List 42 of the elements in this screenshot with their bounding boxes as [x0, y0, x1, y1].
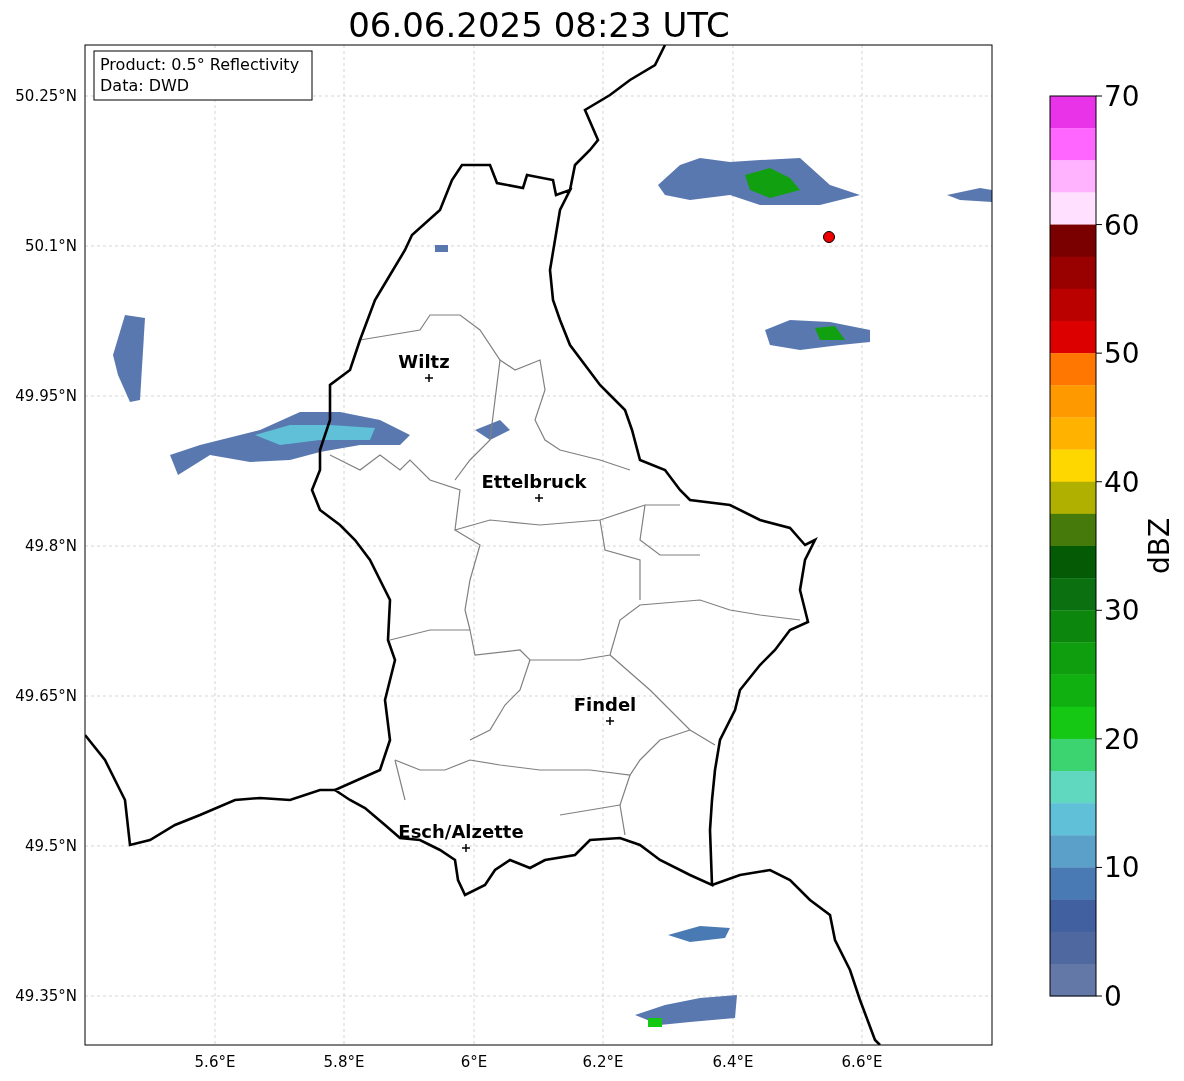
colorbar-tick-label: 0 [1104, 980, 1122, 1013]
tick-mark [1095, 95, 1103, 97]
colorbar-label: dBZ [1143, 517, 1176, 575]
chart-title: 06.06.2025 08:23 UTC [348, 5, 730, 45]
latitude-label: 49.65°N [15, 687, 77, 705]
latitude-label: 49.35°N [15, 987, 77, 1005]
colorbar-tick-label: 10 [1104, 851, 1140, 885]
tick-mark [1095, 738, 1103, 740]
longitude-label: 6.6°E [841, 1053, 883, 1071]
cross-marker-icon [534, 493, 544, 503]
tick-mark [1095, 866, 1103, 868]
place-label: Findel [573, 694, 637, 715]
colorbar-tick-label: 70 [1104, 80, 1140, 113]
longitude-label: 6°E [460, 1053, 488, 1071]
tick-mark [1095, 224, 1103, 226]
cross-marker-icon [424, 373, 434, 383]
info-text: Product: 0.5° Reflectivity [100, 55, 300, 74]
colorbar-tick-label: 50 [1104, 337, 1140, 371]
latitude-label: 49.5°N [24, 837, 77, 855]
longitude-label: 5.8°E [323, 1053, 365, 1071]
longitude-label: 6.4°E [712, 1053, 754, 1071]
latitude-label: 49.8°N [24, 537, 77, 555]
colorbar-tick-label: 30 [1104, 594, 1140, 628]
colorbar-tick-label: 40 [1104, 465, 1140, 499]
place-label: Ettelbruck [481, 471, 587, 492]
tick-mark [1095, 352, 1103, 354]
latitude-label: 50.25°N [15, 87, 77, 105]
location-marker [823, 231, 835, 243]
cross-marker-icon [605, 716, 615, 726]
latitude-label: 49.95°N [15, 387, 77, 405]
place-label: Esch/Alzette [398, 821, 524, 842]
tick-mark [1095, 995, 1103, 997]
cross-marker-icon [461, 843, 471, 853]
colorbar-tick-label: 20 [1104, 722, 1140, 756]
latitude-label: 50.1°N [24, 237, 77, 255]
info-text: Data: DWD [100, 76, 190, 95]
tick-mark [1095, 481, 1103, 483]
tick-mark [1095, 609, 1103, 611]
colorbar-tick-label: 60 [1104, 208, 1140, 242]
place-label: Wiltz [398, 351, 450, 372]
longitude-label: 6.2°E [582, 1053, 624, 1071]
longitude-label: 5.6°E [194, 1053, 236, 1071]
